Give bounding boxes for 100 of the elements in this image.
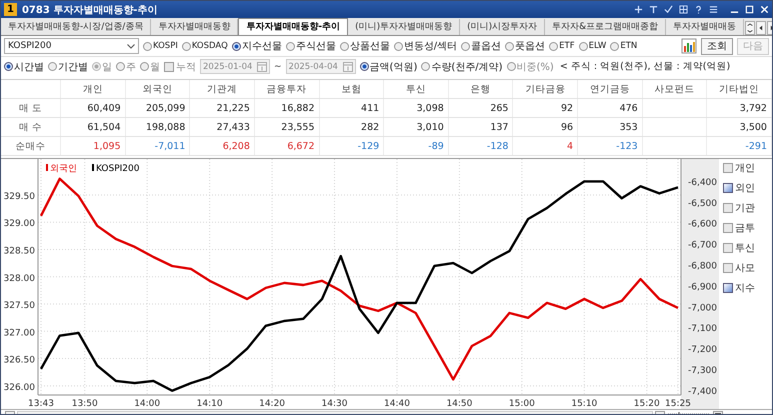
tab[interactable]: (미니)투자자별매매동향: [348, 19, 460, 35]
legend-label: 외국인: [50, 164, 77, 174]
help-icon[interactable]: [694, 5, 703, 14]
axis-label: 14:40: [384, 399, 410, 409]
row-label: 순매수: [1, 137, 61, 155]
bar-chart-icon[interactable]: [681, 38, 697, 54]
window-title: 0783 투자자별매매동향-추이: [22, 4, 158, 16]
market-radio[interactable]: 지수선물: [232, 39, 282, 53]
table-cell: 27,433: [190, 118, 255, 136]
table-cell: 411: [320, 99, 384, 117]
axis-label: -6,400: [688, 178, 717, 188]
column-header: 개인: [61, 80, 126, 98]
market-radio[interactable]: KOSPI: [143, 39, 178, 53]
unit-note: < 주식 : 억원(천주), 선물 : 계약(억원): [560, 60, 730, 73]
plus-icon[interactable]: [634, 5, 643, 14]
column-header: 금융투자: [254, 80, 320, 98]
series-checkbox[interactable]: 외인: [723, 181, 768, 195]
table-cell: 61,504: [61, 118, 126, 136]
table-cell: 282: [320, 118, 384, 136]
axis-label: 328.00: [4, 274, 35, 284]
axis-label: 14:30: [322, 399, 348, 409]
market-radio[interactable]: KOSDAQ: [182, 39, 228, 53]
table-cell: -291: [707, 137, 772, 155]
grid-icon[interactable]: [679, 5, 688, 14]
series-checkbox[interactable]: 사모: [723, 261, 768, 275]
caret-icon: [127, 44, 135, 48]
query-button[interactable]: 조회: [701, 38, 733, 54]
menu-icon[interactable]: [709, 5, 718, 14]
series-checkbox[interactable]: 개인: [723, 161, 768, 175]
axis-label: 15:25: [665, 399, 691, 409]
market-radio[interactable]: 콜옵션: [461, 39, 502, 53]
axis-label: -7,300: [688, 366, 717, 376]
axis-label: 326.00: [4, 382, 35, 393]
table-cell: 3,010: [384, 118, 449, 136]
table-cell: -7,011: [126, 137, 190, 155]
table-cell: -89: [384, 137, 449, 155]
column-header: 외국인: [126, 80, 190, 98]
column-header: 보험: [320, 80, 384, 98]
axis-label: 15:00: [508, 399, 535, 409]
table-cell: 6,208: [190, 137, 255, 155]
market-radio[interactable]: ELW: [578, 39, 606, 53]
table-cell: 3,792: [707, 99, 772, 117]
maximize-icon[interactable]: [745, 5, 754, 14]
market-radio[interactable]: 변동성/섹터: [394, 39, 458, 53]
axis-label: 14:10: [196, 399, 223, 409]
axis-label: 15:10: [571, 399, 598, 409]
axis-label: 14:00: [134, 399, 160, 409]
window-number: 1: [4, 3, 17, 16]
axis-label: -7,200: [688, 345, 717, 356]
amount-radio[interactable]: 수량(천주/계약): [421, 60, 503, 74]
market-select[interactable]: KOSPI200: [4, 38, 139, 54]
axis-label: 13:50: [72, 399, 98, 409]
check-icon[interactable]: [664, 5, 673, 14]
market-radio[interactable]: 풋옵션: [505, 39, 546, 53]
market-radio[interactable]: ETN: [610, 39, 638, 53]
axis-label: -6,700: [688, 240, 717, 251]
tab-list-icon[interactable]: [745, 21, 756, 35]
market-radio[interactable]: ETF: [549, 39, 575, 53]
axis-label: 13:43: [28, 399, 54, 409]
series-checkbox[interactable]: 지수: [723, 281, 768, 295]
table-cell: 4: [513, 137, 578, 155]
table-cell: -123: [578, 137, 643, 155]
legend-label: KOSPI200: [96, 164, 140, 174]
series-checkbox[interactable]: 투신: [723, 241, 768, 255]
axis-label: -6,500: [688, 198, 717, 209]
row-label: 매 도: [1, 99, 61, 117]
close-icon[interactable]: [760, 5, 769, 14]
amount-radio[interactable]: 금액(억원): [360, 60, 418, 74]
table-cell: 16,882: [254, 99, 320, 117]
text-icon[interactable]: [649, 5, 658, 14]
period-radio[interactable]: 시간별: [4, 60, 44, 74]
tab[interactable]: 투자자&프로그램매매종합: [545, 19, 666, 35]
period-radio[interactable]: 기간별: [48, 60, 88, 74]
table-cell: 6,672: [254, 137, 320, 155]
table-cell: 1,095: [61, 137, 126, 155]
column-header: 은행: [448, 80, 514, 98]
table-cell: 198,088: [126, 118, 190, 136]
tab[interactable]: 투자자별매매동향-시장/업종/종목: [1, 19, 152, 35]
axis-label: 14:20: [259, 399, 286, 409]
axis-label: 329.50: [4, 192, 35, 202]
column-header: 투신: [384, 80, 449, 98]
axis-label: 15:20: [634, 399, 660, 409]
market-radio[interactable]: 주식선물: [286, 39, 336, 53]
table-cell: 21,225: [190, 99, 255, 117]
date-separator: ~: [274, 62, 282, 72]
table-cell: 137: [448, 118, 514, 136]
table-cell: -128: [448, 137, 514, 155]
market-radio[interactable]: 상품선물: [340, 39, 390, 53]
axis-label: -6,800: [688, 262, 717, 272]
table-cell: -129: [320, 137, 384, 155]
table-cell: 96: [513, 118, 578, 136]
axis-label: 329.00: [4, 219, 35, 230]
series-checkbox[interactable]: 기관: [723, 201, 768, 215]
axis-label: 328.50: [4, 246, 35, 256]
tab[interactable]: 투자자별매매동향-추이: [238, 18, 348, 35]
column-header: 기관계: [190, 80, 255, 98]
axis-label: 327.50: [4, 301, 35, 312]
tab[interactable]: (미니)시장투자자: [460, 19, 546, 35]
axis-label: 326.50: [4, 356, 35, 366]
series-checkbox[interactable]: 금투: [723, 221, 768, 235]
